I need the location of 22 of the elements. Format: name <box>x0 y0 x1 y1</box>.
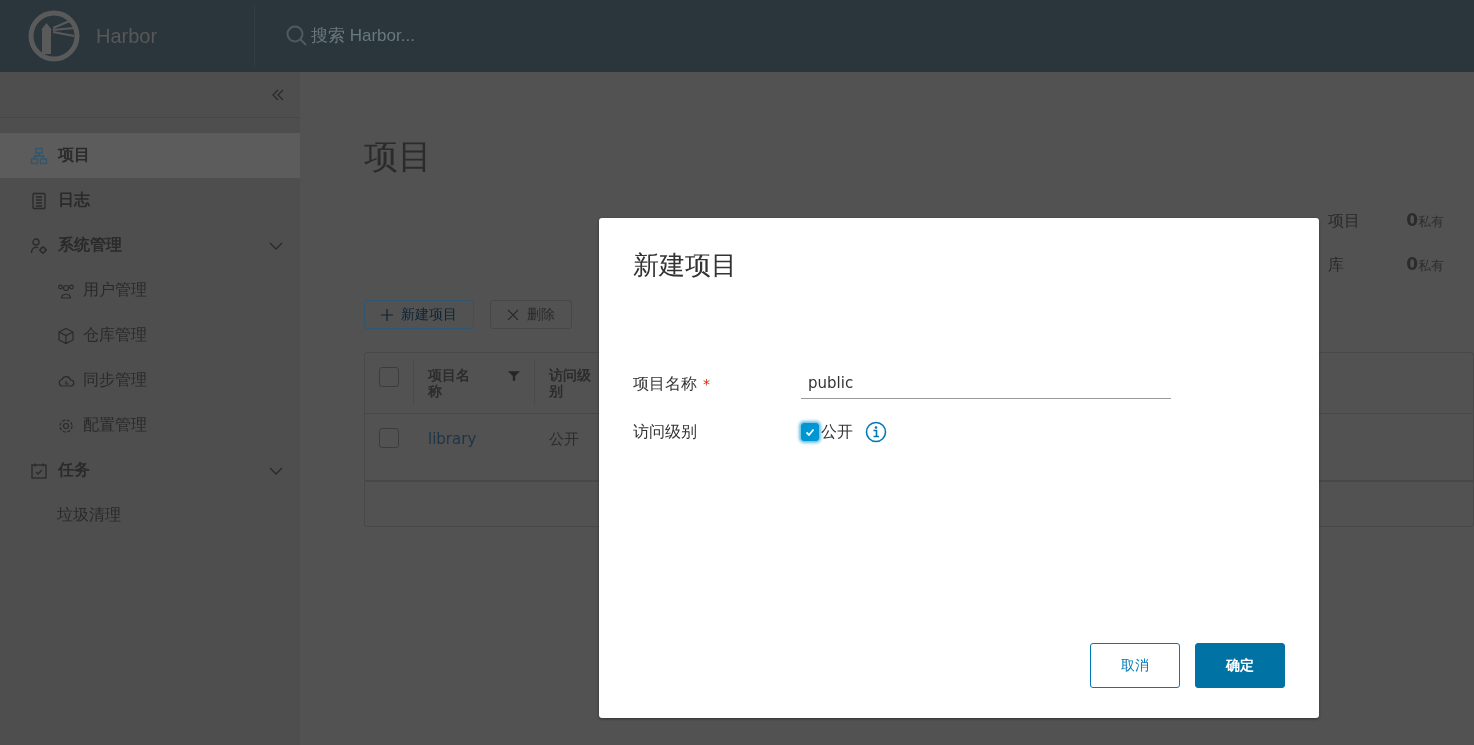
dialog-title: 新建项目 <box>633 249 738 282</box>
search-icon <box>285 24 309 48</box>
cancel-button[interactable]: 取消 <box>1090 643 1180 688</box>
field-label: 访问级别 <box>633 421 697 441</box>
nav-icon <box>30 191 48 210</box>
lighthouse-logo-icon <box>28 10 80 62</box>
info-icon[interactable] <box>865 421 887 443</box>
filter-icon[interactable] <box>508 370 520 382</box>
field-label: 项目名称 <box>633 374 697 393</box>
search-field[interactable]: 搜索 Harbor... <box>311 24 511 48</box>
nav-icon <box>30 461 48 480</box>
nav-icon <box>57 326 75 345</box>
nav-icon <box>30 146 48 165</box>
checkbox-label: 公开 <box>821 421 853 443</box>
new-project-button[interactable]: 新建项目 <box>364 300 474 329</box>
cross-icon <box>507 308 519 321</box>
public-checkbox[interactable] <box>801 423 819 441</box>
check-icon <box>804 426 816 438</box>
confirm-button[interactable]: 确定 <box>1195 643 1285 688</box>
nav-icon <box>30 236 48 255</box>
required-mark: * <box>703 376 710 392</box>
plus-icon <box>381 308 393 321</box>
